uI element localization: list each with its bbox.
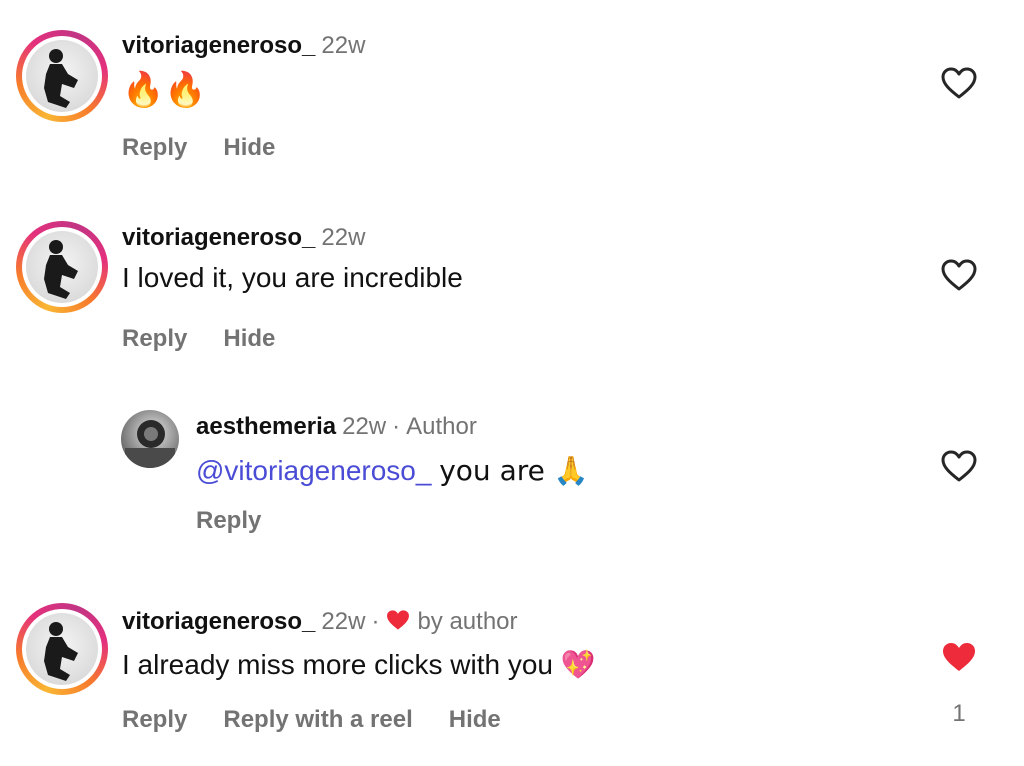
- camera-photo-icon: [125, 420, 175, 468]
- reply-button[interactable]: Reply: [122, 134, 187, 161]
- username[interactable]: vitoriageneroso_: [122, 224, 315, 251]
- heart-outline-icon[interactable]: [940, 449, 978, 483]
- timestamp: 22w: [321, 608, 366, 635]
- comment-actions: Reply Reply with a reel Hide: [122, 706, 537, 734]
- liked-by-author-label: by author: [417, 608, 518, 635]
- comment-author[interactable]: vitoriageneroso_ 22w · by author: [122, 608, 518, 636]
- person-silhouette-icon: [44, 49, 78, 108]
- hide-button[interactable]: Hide: [223, 134, 275, 161]
- reply-button[interactable]: Reply: [122, 325, 187, 352]
- avatar-story-ring[interactable]: [16, 221, 108, 313]
- comment-text: I already miss more clicks with you 💖: [122, 649, 596, 680]
- comment-author[interactable]: vitoriageneroso_ 22w: [122, 224, 365, 252]
- avatar[interactable]: [121, 410, 179, 468]
- username[interactable]: vitoriageneroso_: [122, 32, 315, 59]
- hide-button[interactable]: Hide: [223, 325, 275, 352]
- person-silhouette-icon: [44, 622, 78, 681]
- reply-button[interactable]: Reply: [196, 507, 261, 534]
- comment-text: I loved it, you are incredible: [122, 262, 463, 293]
- like-count[interactable]: 1: [940, 700, 978, 728]
- reply-button[interactable]: Reply: [122, 706, 187, 733]
- avatar: [26, 613, 98, 685]
- timestamp: 22w: [321, 32, 366, 59]
- username[interactable]: vitoriageneroso_: [122, 608, 315, 635]
- comment-body: you are 🙏: [439, 454, 589, 487]
- comment-actions: Reply: [196, 507, 297, 535]
- hide-button[interactable]: Hide: [449, 706, 501, 733]
- comment-text: @vitoriageneroso_ you are 🙏: [196, 454, 589, 487]
- timestamp: 22w: [321, 224, 366, 251]
- reply-with-reel-button[interactable]: Reply with a reel: [223, 706, 412, 733]
- heart-filled-icon: [387, 610, 410, 630]
- author-badge: Author: [406, 413, 477, 440]
- separator-dot: ·: [392, 413, 401, 440]
- comment-text: 🔥🔥: [122, 70, 207, 110]
- timestamp: 22w: [342, 413, 387, 440]
- mention-link[interactable]: @vitoriageneroso_: [196, 455, 431, 486]
- avatar-story-ring[interactable]: [16, 30, 108, 122]
- comment-actions: Reply Hide: [122, 134, 311, 162]
- person-silhouette-icon: [44, 240, 78, 299]
- comment-author[interactable]: vitoriageneroso_ 22w: [122, 32, 365, 60]
- comment-author[interactable]: aesthemeria 22w · Author: [196, 413, 477, 441]
- heart-outline-icon[interactable]: [940, 66, 978, 100]
- avatar: [26, 231, 98, 303]
- avatar-story-ring[interactable]: [16, 603, 108, 695]
- avatar: [26, 40, 98, 112]
- comment-actions: Reply Hide: [122, 325, 311, 353]
- username[interactable]: aesthemeria: [196, 413, 336, 440]
- separator-dot: ·: [371, 608, 380, 635]
- heart-filled-icon[interactable]: [940, 640, 978, 674]
- heart-outline-icon[interactable]: [940, 258, 978, 292]
